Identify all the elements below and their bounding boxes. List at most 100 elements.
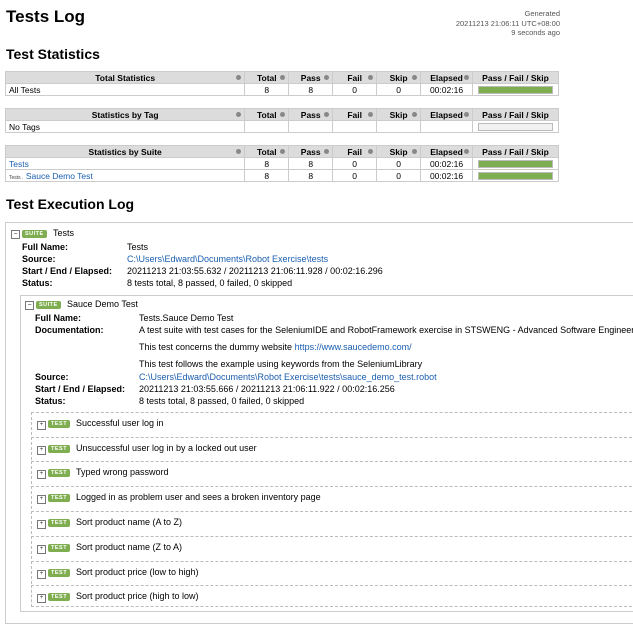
suite-link-sauce-demo[interactable]: Sauce Demo Test — [26, 171, 93, 181]
pass-bar — [477, 85, 553, 94]
pass-bar — [477, 159, 553, 168]
col-pass-fail-skip[interactable]: Pass / Fail / Skip — [471, 71, 560, 84]
generated-time: 20211213 21:06:11 UTC+08:00 — [455, 18, 560, 28]
minus-icon[interactable]: − — [25, 301, 34, 310]
plus-icon[interactable]: + — [37, 421, 46, 430]
column-label: Skip — [389, 146, 408, 157]
column-label: Elapsed — [430, 146, 463, 157]
test-name[interactable]: Sort product name (Z to A) — [76, 542, 182, 552]
test-row[interactable]: + TEST Unsuccessful user log in by a loc… — [31, 437, 633, 460]
col-elapsed[interactable]: Elapsed — [420, 71, 473, 84]
label-full-name: Full Name: — [35, 313, 82, 323]
row-name-cell: Tests — [4, 157, 246, 170]
cell-fail: 0 — [332, 83, 378, 96]
value-times: 20211213 21:03:55.666 / 20211213 21:06:1… — [139, 384, 395, 394]
test-row[interactable]: + TEST Sort product price (low to high) — [31, 561, 633, 584]
test-row[interactable]: + TEST Sort product name (Z to A) — [31, 536, 633, 559]
test-name[interactable]: Sort product name (A to Z) — [76, 517, 182, 527]
plus-icon[interactable]: + — [37, 520, 46, 529]
test-row[interactable]: + TEST Typed wrong password — [31, 461, 633, 484]
col-total[interactable]: Total — [244, 145, 290, 158]
plus-icon[interactable]: + — [37, 446, 46, 455]
test-name[interactable]: Typed wrong password — [76, 467, 169, 477]
plus-icon[interactable]: + — [37, 495, 46, 504]
table-row: All Tests 8 8 0 0 00:02:16 — [4, 83, 560, 96]
sort-dot-icon — [368, 149, 374, 154]
plus-icon[interactable]: + — [37, 570, 46, 579]
graph-cell — [471, 157, 560, 170]
plus-icon[interactable]: + — [37, 594, 46, 603]
table-row: Tests . Sauce Demo Test 8 8 0 0 00:02:16 — [4, 169, 560, 182]
sort-dot-icon — [280, 149, 286, 154]
suite-statistics-table: Statistics by Suite Total Pass Fail Skip… — [4, 145, 560, 182]
value-times: 20211213 21:03:55.632 / 20211213 21:06:1… — [127, 266, 383, 276]
column-label: Pass / Fail / Skip — [482, 72, 549, 83]
cell-elapsed: 00:02:16 — [420, 169, 473, 182]
test-name[interactable]: Logged in as problem user and sees a bro… — [76, 492, 321, 502]
suite-statistics-header[interactable]: Statistics by Suite — [4, 145, 246, 158]
total-statistics-table: Total Statistics Total Pass Fail Skip El… — [4, 71, 560, 96]
source-link[interactable]: C:\Users\Edward\Documents\Robot Exercise… — [139, 372, 437, 384]
suite-name[interactable]: Tests — [53, 228, 74, 238]
cell-empty — [376, 120, 422, 133]
label-times: Start / End / Elapsed: — [22, 266, 113, 276]
col-pass[interactable]: Pass — [288, 145, 334, 158]
test-row[interactable]: + TEST Sort product name (A to Z) — [31, 511, 633, 534]
test-row[interactable]: + TEST Logged in as problem user and see… — [31, 486, 633, 509]
row-name: All Tests — [4, 83, 246, 96]
test-row[interactable]: + TEST Successful user log in — [31, 412, 633, 435]
column-label: Total — [256, 109, 277, 120]
column-label: Pass — [300, 72, 321, 83]
col-skip[interactable]: Skip — [376, 108, 422, 121]
plus-icon[interactable]: + — [37, 470, 46, 479]
doc-line-2-text: This test concerns the dummy website — [139, 342, 295, 352]
col-skip[interactable]: Skip — [376, 71, 422, 84]
col-pass-fail-skip[interactable]: Pass / Fail / Skip — [471, 108, 560, 121]
sort-dot-icon — [412, 149, 418, 154]
doc-line-2: This test concerns the dummy website htt… — [139, 342, 412, 354]
minus-icon[interactable]: − — [11, 230, 20, 239]
col-total[interactable]: Total — [244, 71, 290, 84]
test-row[interactable]: + TEST Sort product price (high to low) — [31, 585, 633, 607]
generated-label: Generated — [524, 9, 560, 18]
column-label: Total Statistics — [95, 72, 156, 83]
tag-statistics-header[interactable]: Statistics by Tag — [4, 108, 246, 121]
col-fail[interactable]: Fail — [332, 145, 378, 158]
col-total[interactable]: Total — [244, 108, 290, 121]
test-name[interactable]: Sort product price (high to low) — [76, 591, 199, 601]
column-label: Fail — [347, 72, 362, 83]
test-name[interactable]: Unsuccessful user log in by a locked out… — [76, 443, 257, 453]
label-times: Start / End / Elapsed: — [35, 384, 126, 394]
cell-empty — [244, 120, 290, 133]
col-elapsed[interactable]: Elapsed — [420, 145, 473, 158]
col-pass[interactable]: Pass — [288, 108, 334, 121]
sort-dot-icon — [463, 112, 469, 117]
col-fail[interactable]: Fail — [332, 71, 378, 84]
col-pass[interactable]: Pass — [288, 71, 334, 84]
source-link[interactable]: C:\Users\Edward\Documents\Robot Exercise… — [127, 254, 328, 266]
label-documentation: Documentation: — [35, 325, 104, 335]
sort-dot-icon — [280, 75, 286, 80]
graph-cell — [471, 83, 560, 96]
col-pass-fail-skip[interactable]: Pass / Fail / Skip — [471, 145, 560, 158]
plus-icon[interactable]: + — [37, 545, 46, 554]
cell-skip: 0 — [376, 83, 422, 96]
total-statistics-header[interactable]: Total Statistics — [4, 71, 246, 84]
col-fail[interactable]: Fail — [332, 108, 378, 121]
column-label: Total — [256, 72, 277, 83]
suite-link-tests[interactable]: Tests — [9, 159, 29, 169]
col-skip[interactable]: Skip — [376, 145, 422, 158]
column-label: Skip — [389, 72, 408, 83]
row-name-cell: Tests . Sauce Demo Test — [4, 169, 246, 182]
column-label: Statistics by Tag — [91, 109, 159, 120]
row-name: No Tags — [4, 120, 246, 133]
table-row: No Tags — [4, 120, 560, 133]
test-name[interactable]: Sort product price (low to high) — [76, 567, 199, 577]
sort-dot-icon — [236, 75, 242, 80]
test-name[interactable]: Successful user log in — [76, 418, 164, 428]
value-full-name: Tests — [127, 242, 149, 252]
saucedemo-link[interactable]: https://www.saucedemo.com/ — [295, 342, 412, 352]
col-elapsed[interactable]: Elapsed — [420, 108, 473, 121]
suite-name[interactable]: Sauce Demo Test — [67, 299, 138, 309]
column-label: Elapsed — [430, 109, 463, 120]
